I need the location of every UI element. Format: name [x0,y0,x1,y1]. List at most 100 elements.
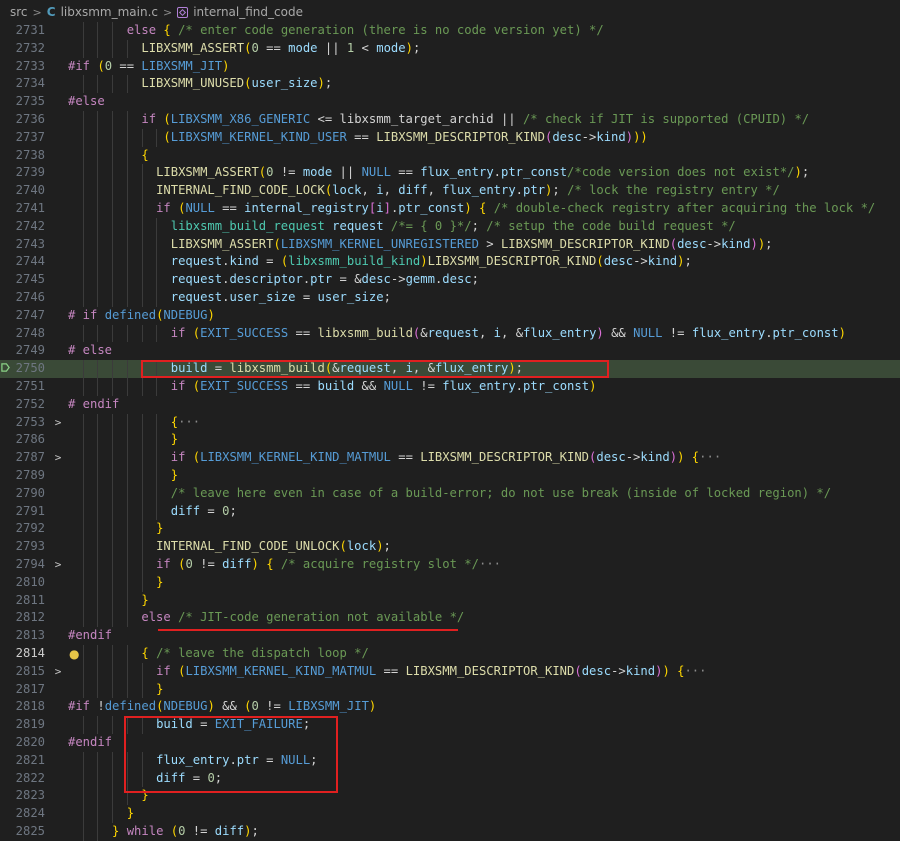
code-line[interactable]: 2733 #if (0 == LIBXSMM_JIT) [0,58,900,76]
code-text: } [156,681,164,696]
code-line[interactable]: 2751 if (EXIT_SUCCESS == build && NULL !… [0,378,900,396]
code-line[interactable]: 2732 LIBXSMM_ASSERT(0 == mode || 1 < mod… [0,39,900,58]
line-number: 2820 [15,735,45,749]
code-line[interactable]: 2743 LIBXSMM_ASSERT(LIBXSMM_KERNEL_UNREG… [0,235,900,254]
code-line[interactable]: 2787 > if (LIBXSMM_KERNEL_KIND_MATMUL == … [0,449,900,467]
fold-chevron-icon[interactable]: > [52,556,64,574]
code-line[interactable]: 2744 request.kind = (libxsmm_build_kind)… [0,253,900,272]
code-line[interactable]: 2793 INTERNAL_FIND_CODE_UNLOCK(lock); [0,538,900,556]
code-text: } [170,468,179,482]
code-line[interactable]: 2792 } [0,520,900,539]
fold-chevron-icon[interactable]: > [52,449,64,467]
line-number: 2744 [15,254,45,269]
line-number: 2790 [15,485,45,500]
code-line[interactable]: 2817 } [0,680,900,699]
code-text: LIBXSMM_ASSERT(0 != mode || NULL == flux… [156,165,810,180]
line-number: 2735 [15,94,45,109]
code-text: INTERNAL_FIND_CODE_LOCK(lock, i, diff, f… [156,183,780,198]
code-line[interactable]: 2824 } [0,805,900,823]
code-line[interactable]: 2790 /* leave here even in case of a bui… [0,484,900,503]
line-number: 2746 [15,290,45,304]
code-text: if (NULL == internal_registry[i].ptr_con… [156,201,876,215]
line-number: 2794 [15,557,45,571]
code-line[interactable]: 2748 if (EXIT_SUCCESS == libxsmm_build(&… [0,324,900,343]
code-line[interactable]: 2789 } [0,467,900,485]
line-number: 2813 [15,628,45,643]
breadcrumb-symbol[interactable]: internal_find_code [193,5,303,19]
line-number: 2819 [15,717,45,732]
fold-chevron-icon[interactable]: > [52,663,64,681]
code-text: } [170,432,179,447]
code-line[interactable]: 2736 if (LIBXSMM_X86_GENERIC <= libxsmm_… [0,111,900,129]
code-line[interactable]: 2734 LIBXSMM_UNUSED(user_size); [0,75,900,94]
line-number: 2751 [15,379,45,393]
code-line[interactable]: 2738 { [0,146,900,165]
code-line[interactable]: 2752 # endif [0,396,900,414]
code-line[interactable]: 2818 #if !defined(NDEBUG) && (0 != LIBXSM… [0,698,900,716]
code-text: LIBXSMM_ASSERT(LIBXSMM_KERNEL_UNREGISTER… [170,236,773,251]
code-line[interactable]: 2746 request.user_size = user_size; [0,289,900,307]
code-text: /* leave here even in case of a build-er… [170,485,832,500]
line-number: 2811 [15,592,45,607]
line-number: 2741 [15,201,45,215]
code-line[interactable]: 2791 diff = 0; [0,502,900,521]
code-line[interactable]: 2741 if (NULL == internal_registry[i].pt… [0,200,900,218]
line-number: 2733 [15,58,45,73]
code-line[interactable]: 2739 LIBXSMM_ASSERT(0 != mode || NULL ==… [0,164,900,183]
code-line[interactable]: 2786 } [0,431,900,450]
line-number: 2787 [15,450,45,465]
code-line[interactable]: 2731 else { /* enter code generation (th… [0,22,900,40]
line-number: 2792 [15,521,45,536]
code-line[interactable]: 2815 > if (LIBXSMM_KERNEL_KIND_MATMUL == … [0,662,900,681]
annotation-underline-jit-comment [158,629,458,631]
chevron-right-icon: > [162,5,173,19]
code-line[interactable]: 2753 > {··· [0,413,900,432]
code-line[interactable]: 2811 } [0,591,900,610]
line-number: 2739 [15,165,45,180]
code-text: # endif [68,396,120,411]
code-line[interactable]: 2825 } while (0 != diff); [0,823,900,841]
code-text: if (EXIT_SUCCESS == build && NULL != flu… [170,379,597,393]
code-text: if (LIBXSMM_KERNEL_KIND_MATMUL == LIBXSM… [170,450,722,465]
line-number: 2748 [15,325,45,340]
line-number: 2731 [15,23,45,37]
function-symbol-icon [177,6,189,18]
line-number: 2824 [15,806,45,821]
chevron-right-icon: > [32,5,42,19]
code-text: else { /* enter code generation (there i… [126,23,604,37]
code-text: #endif [68,735,113,749]
debug-current-line-icon[interactable] [1,363,10,372]
code-line[interactable]: 2745 request.descriptor.ptr = &desc->gem… [0,271,900,289]
code-text: else /* JIT-code generation not availabl… [141,610,465,625]
line-number: 2822 [15,770,45,785]
line-number: 2789 [15,468,45,482]
line-number: 2743 [15,236,45,251]
line-number: 2825 [15,824,45,838]
code-line[interactable]: 2810 } [0,573,900,592]
breadcrumb-file[interactable]: libxsmm_main.c [61,5,158,19]
code-line[interactable]: 2747 # if defined(NDEBUG) [0,307,900,325]
code-text: } [126,806,135,821]
code-text: # if defined(NDEBUG) [68,307,215,322]
line-number: 2752 [15,396,45,411]
line-number: 2823 [15,788,45,803]
code-line[interactable]: 2740 INTERNAL_FIND_CODE_LOCK(lock, i, di… [0,182,900,200]
code-text: LIBXSMM_ASSERT(0 == mode || 1 < mode); [141,40,421,55]
breadcrumb: src > C libxsmm_main.c > internal_find_c… [0,0,900,24]
fold-chevron-icon[interactable]: > [52,414,64,432]
breadcrumb-folder[interactable]: src [10,5,28,19]
code-text: INTERNAL_FIND_CODE_UNLOCK(lock); [156,539,391,554]
line-number: 2793 [15,539,45,554]
code-text: LIBXSMM_UNUSED(user_size); [141,76,333,91]
code-line[interactable]: 2742 libxsmm_build_request request /*= {… [0,217,900,236]
code-line[interactable]: 2814 ● { /* leave the dispatch loop */ [0,645,900,663]
code-text: { [141,147,149,162]
code-line[interactable]: 2749 # else [0,342,900,360]
code-text: if (0 != diff) { /* acquire registry slo… [156,557,502,571]
code-text: } [156,574,164,589]
code-line[interactable]: 2812 else /* JIT-code generation not ava… [0,609,900,628]
code-text: {··· [170,414,201,429]
code-line[interactable]: 2794 > if (0 != diff) { /* acquire regist… [0,556,900,574]
code-line[interactable]: 2737 (LIBXSMM_KERNEL_KIND_USER == LIBXSM… [0,128,900,147]
code-line[interactable]: 2735 #else [0,93,900,111]
